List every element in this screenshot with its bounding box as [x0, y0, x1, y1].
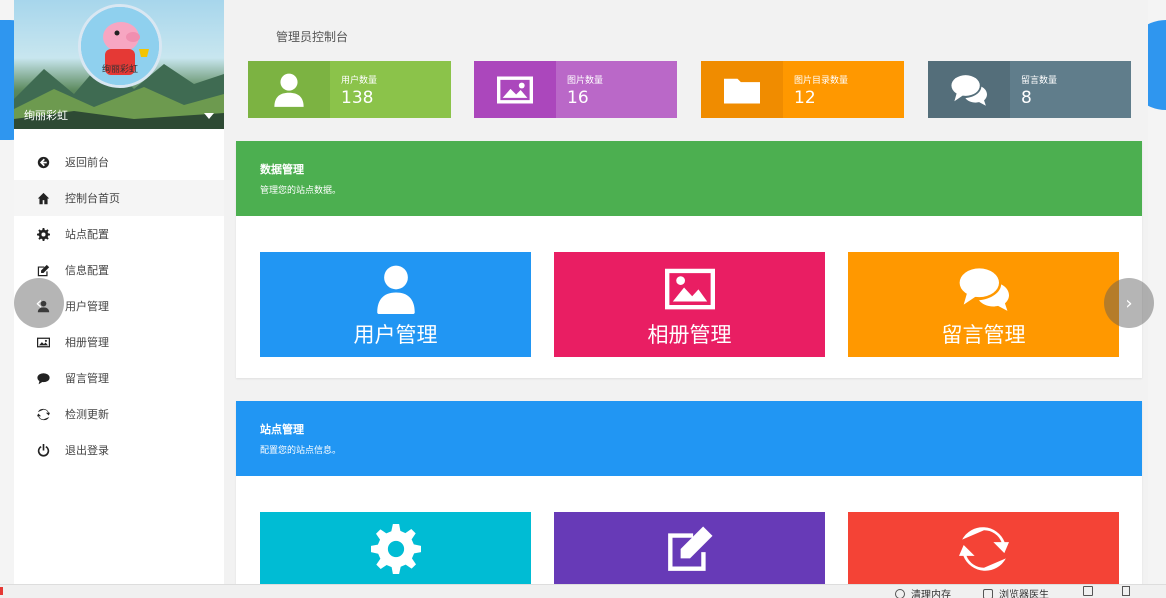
sidebar-item-label: 信息配置 [65, 264, 109, 277]
refresh-icon [36, 407, 50, 421]
tile-label: 相册管理 [647, 323, 732, 347]
chevron-right-icon: › [1125, 292, 1133, 314]
comment-icon [36, 371, 50, 385]
site-management-panel: 站点管理 配置您的站点信息。 [236, 401, 1142, 584]
panel-header: 站点管理 配置您的站点信息。 [236, 401, 1142, 476]
stat-card-messages[interactable]: 留言数量 8 [928, 61, 1131, 118]
panel-title: 数据管理 [260, 163, 304, 176]
sidebar-item-label: 返回前台 [65, 156, 109, 169]
status-browser-doctor[interactable]: 浏览器医生 [983, 586, 1049, 598]
comments-icon [959, 268, 1009, 311]
sidebar-item-label: 站点配置 [65, 228, 109, 241]
panel-subtitle: 管理您的站点数据。 [260, 186, 342, 196]
data-management-panel: 数据管理 管理您的站点数据。 用户管理 相册管理 留言管理 [236, 141, 1142, 378]
user-icon [376, 265, 415, 314]
status-indicator [0, 587, 3, 595]
gear-icon [370, 524, 421, 574]
sidebar-item-check-update[interactable]: 检测更新 [14, 396, 224, 432]
sidebar-item-label: 用户管理 [65, 300, 109, 313]
profile-name: 绚丽彩虹 [24, 109, 68, 122]
sidebar-item-label: 留言管理 [65, 372, 109, 385]
panel-header: 数据管理 管理您的站点数据。 [236, 141, 1142, 216]
speaker-icon [1122, 586, 1130, 596]
stat-label: 图片目录数量 [794, 76, 849, 86]
stat-value: 8 [1021, 88, 1032, 108]
browser-status-bar: 清理内存 浏览器医生 [0, 584, 1166, 598]
image-icon [36, 335, 50, 349]
image-icon [664, 268, 715, 310]
panel-title: 站点管理 [260, 423, 304, 436]
comments-icon [928, 61, 1010, 118]
power-icon [36, 443, 50, 457]
profile-banner: 绚丽彩虹 绚丽彩虹 [14, 0, 224, 129]
sidebar-item-label: 检测更新 [65, 408, 109, 421]
sidebar-item-logout[interactable]: 退出登录 [14, 432, 224, 468]
sidebar-item-back-home[interactable]: 返回前台 [14, 144, 224, 180]
status-volume[interactable] [1122, 586, 1136, 596]
grid-icon [1083, 586, 1093, 596]
avatar[interactable]: 绚丽彩虹 [78, 4, 162, 88]
stat-card-folders[interactable]: 图片目录数量 12 [701, 61, 904, 118]
panel-subtitle: 配置您的站点信息。 [260, 446, 342, 456]
tile-info-config[interactable] [554, 512, 825, 584]
status-label: 浏览器医生 [999, 590, 1049, 598]
sidebar-item-label: 控制台首页 [65, 192, 120, 205]
tile-site-config[interactable] [260, 512, 531, 584]
tile-album-management[interactable]: 相册管理 [554, 252, 825, 357]
page-title: 管理员控制台 [276, 30, 349, 44]
carousel-prev-button[interactable]: ‹ [14, 278, 64, 328]
tile-user-management[interactable]: 用户管理 [260, 252, 531, 357]
stat-value: 12 [794, 88, 816, 108]
sidebar-item-message-management[interactable]: 留言管理 [14, 360, 224, 396]
tile-label: 用户管理 [353, 323, 438, 347]
stat-value: 138 [341, 88, 374, 108]
stat-label: 用户数量 [341, 76, 378, 86]
refresh-icon [958, 527, 1009, 571]
main-content: 管理员控制台 用户数量 138 图片数量 16 图片目录数量 12 留言数量 8… [224, 0, 1148, 584]
stat-label: 留言数量 [1021, 76, 1058, 86]
tile-message-management[interactable]: 留言管理 [848, 252, 1119, 357]
status-label: 清理内存 [911, 590, 951, 598]
browser-doctor-icon [983, 588, 993, 598]
stat-card-users[interactable]: 用户数量 138 [248, 61, 451, 118]
folder-icon [701, 61, 783, 118]
gear-icon [36, 227, 50, 241]
chevron-left-icon: ‹ [35, 292, 43, 314]
sidebar-item-site-config[interactable]: 站点配置 [14, 216, 224, 252]
tile-check-update[interactable] [848, 512, 1119, 584]
sidebar-item-dashboard[interactable]: 控制台首页 [14, 180, 224, 216]
user-icon [248, 61, 330, 118]
tile-label: 留言管理 [941, 323, 1026, 347]
avatar-caption: 绚丽彩虹 [101, 65, 138, 75]
arrow-left-circle-icon [36, 155, 50, 169]
stat-value: 16 [567, 88, 589, 108]
edit-icon [667, 526, 712, 571]
stat-label: 图片数量 [567, 76, 604, 86]
status-extra-icon[interactable] [1083, 586, 1099, 596]
sidebar-item-label: 相册管理 [65, 336, 109, 349]
sidebar-item-label: 退出登录 [65, 444, 109, 457]
clean-memory-icon [895, 588, 905, 598]
carousel-next-button[interactable]: › [1104, 278, 1154, 328]
status-clean-memory[interactable]: 清理内存 [895, 586, 951, 598]
image-icon [474, 61, 556, 118]
home-icon [36, 191, 50, 205]
profile-dropdown-icon[interactable] [204, 113, 214, 119]
edit-icon [36, 263, 50, 277]
sidebar-item-album-management[interactable]: 相册管理 [14, 324, 224, 360]
stat-card-images[interactable]: 图片数量 16 [474, 61, 677, 118]
